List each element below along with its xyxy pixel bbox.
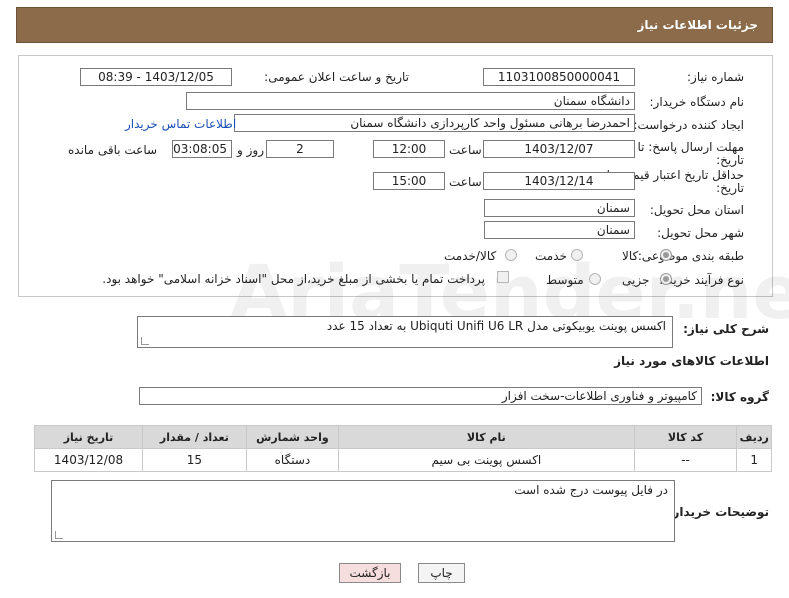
buyer-notes-field[interactable]: در فایل پیوست درج شده است [51, 480, 675, 542]
announce-date-field[interactable]: 1403/12/05 - 08:39 [80, 68, 232, 86]
price-validity-time-field[interactable]: 15:00 [373, 172, 445, 190]
deadline-label: مهلت ارسال پاسخ: تا [637, 140, 744, 154]
process-small-radio[interactable] [660, 273, 672, 285]
cell-item-name: اکسس پوینت بی سیم [338, 448, 635, 472]
cell-item-code: -- [633, 448, 738, 472]
deadline-date-field[interactable]: 1403/12/07 [483, 140, 635, 158]
treasury-payment-checkbox[interactable] [497, 271, 509, 283]
city-field[interactable]: سمنان [484, 221, 635, 239]
price-validity-label-2: تاریخ: [716, 181, 744, 195]
price-validity-date-field[interactable]: 1403/12/14 [483, 172, 635, 190]
days-remaining-field[interactable]: 2 [266, 140, 334, 158]
announce-date-label: تاریخ و ساعت اعلان عمومی: [264, 70, 409, 84]
requester-field[interactable]: احمدرضا برهانی مسئول واحد کارپردازی دانش… [234, 114, 635, 132]
category-service-label: خدمت [535, 249, 567, 263]
resize-handle-icon[interactable] [141, 337, 149, 345]
buyer-org-label: نام دستگاه خریدار: [649, 95, 745, 109]
category-goods-service-label: کالا/خدمت [444, 249, 497, 263]
table-header-row: ردیف کد کالا نام کالا واحد شمارش تعداد /… [33, 425, 772, 449]
days-label: روز و [237, 143, 264, 157]
buyer-contact-link[interactable]: اطلاعات تماس خریدار [125, 117, 236, 131]
col-header-row-number: ردیف [736, 425, 772, 449]
province-label: استان محل تحویل: [649, 203, 744, 217]
treasury-payment-note: پرداخت تمام یا بخشی از مبلغ خرید،از محل … [102, 272, 485, 286]
remaining-time-label: ساعت باقی مانده [68, 143, 158, 157]
cell-unit: دستگاه [245, 448, 340, 472]
category-goods-radio[interactable] [660, 249, 672, 261]
requester-label: ایجاد کننده درخواست: [633, 118, 744, 132]
need-number-field[interactable]: 1103100850000041 [483, 68, 635, 86]
need-number-label: شماره نیاز: [687, 70, 744, 84]
process-medium-radio[interactable] [589, 273, 601, 285]
goods-table: ردیف کد کالا نام کالا واحد شمارش تعداد /… [33, 425, 772, 472]
goods-section-title: اطلاعات کالاهای مورد نیاز [614, 354, 769, 368]
col-header-item-name: نام کالا [338, 425, 635, 449]
table-row[interactable]: 1 -- اکسس پوینت بی سیم دستگاه 15 1403/12… [33, 448, 772, 472]
deadline-time-label: ساعت [449, 143, 482, 157]
buyer-org-field[interactable]: دانشگاه سمنان [186, 92, 635, 110]
description-field[interactable]: اکسس پوینت یوبیکوتی مدل Ubiquti Unifi U6… [137, 316, 673, 348]
remaining-time-field[interactable]: 03:08:05 [172, 140, 232, 158]
category-goods-label: کالا [622, 249, 639, 263]
page-header: جزئیات اطلاعات نیاز [16, 7, 773, 43]
cell-need-date: 1403/12/08 [33, 448, 144, 472]
print-button[interactable]: چاپ [418, 563, 465, 583]
goods-group-label: گروه کالا: [710, 390, 769, 404]
col-header-need-date: تاریخ نیاز [33, 425, 144, 449]
price-validity-time-label: ساعت [449, 175, 482, 189]
description-label: شرح کلی نیاز: [683, 322, 769, 336]
province-field[interactable]: سمنان [484, 199, 635, 217]
page-title: جزئیات اطلاعات نیاز [637, 18, 758, 32]
goods-group-field[interactable]: کامپیوتر و فناوری اطلاعات-سخت افزار [139, 387, 702, 405]
deadline-time-field[interactable]: 12:00 [373, 140, 445, 158]
category-service-radio[interactable] [571, 249, 583, 261]
buyer-notes-text: در فایل پیوست درج شده است [514, 483, 668, 497]
description-text: اکسس پوینت یوبیکوتی مدل Ubiquti Unifi U6… [326, 319, 666, 333]
process-medium-label: متوسط [546, 273, 584, 287]
cell-quantity: 15 [142, 448, 247, 472]
col-header-unit: واحد شمارش [245, 425, 340, 449]
buyer-notes-label: توضیحات خریدار: [667, 505, 769, 519]
cell-row-number: 1 [736, 448, 772, 472]
col-header-item-code: کد کالا [633, 425, 738, 449]
process-small-label: جزیی [622, 273, 650, 287]
deadline-label-2: تاریخ: [716, 153, 744, 167]
category-label: طبقه بندی موضوعی: [637, 249, 744, 263]
city-label: شهر محل تحویل: [657, 226, 744, 240]
category-goods-service-radio[interactable] [505, 249, 517, 261]
back-button[interactable]: بازگشت [339, 563, 401, 583]
resize-handle-icon[interactable] [55, 531, 63, 539]
col-header-quantity: تعداد / مقدار [142, 425, 247, 449]
